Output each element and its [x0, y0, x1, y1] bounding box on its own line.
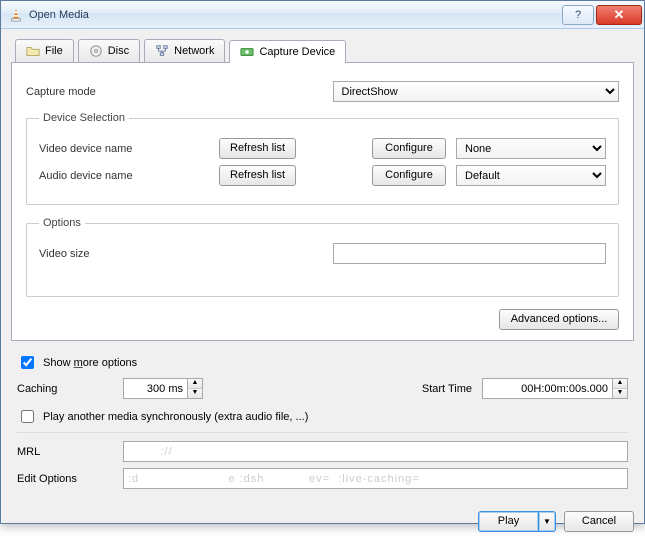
play-sync-label: Play another media synchronously (extra …: [43, 411, 308, 423]
advanced-options-button[interactable]: Advanced options...: [499, 309, 619, 330]
title-bar: Open Media ? ✕: [1, 1, 644, 29]
video-device-label: Video device name: [39, 143, 209, 155]
audio-refresh-button[interactable]: Refresh list: [219, 165, 296, 186]
tab-network-label: Network: [174, 45, 214, 57]
client-area: File Disc Network Capture Device Capture…: [1, 29, 644, 503]
spin-down-icon[interactable]: ▼: [613, 389, 627, 398]
spinner-arrows[interactable]: ▲▼: [187, 378, 203, 399]
tab-disc-label: Disc: [108, 45, 129, 57]
capture-icon: [240, 45, 254, 59]
tab-capture[interactable]: Capture Device: [229, 40, 346, 63]
capture-mode-select[interactable]: DirectShow: [333, 81, 620, 102]
edit-options-input[interactable]: [123, 468, 628, 489]
options-legend: Options: [39, 217, 85, 229]
close-button[interactable]: ✕: [596, 5, 642, 25]
play-sync-checkbox[interactable]: Play another media synchronously (extra …: [17, 407, 628, 426]
device-selection-group: Device Selection Video device name Refre…: [26, 112, 619, 205]
start-time-spinner[interactable]: ▲▼: [482, 378, 628, 399]
audio-device-label: Audio device name: [39, 170, 209, 182]
play-dropdown-icon[interactable]: ▼: [538, 511, 556, 532]
spin-down-icon[interactable]: ▼: [188, 389, 202, 398]
play-split-button[interactable]: Play ▼: [478, 511, 556, 532]
options-group: Options Video size: [26, 217, 619, 297]
separator: [17, 432, 628, 433]
tab-file-label: File: [45, 45, 63, 57]
capture-mode-label: Capture mode: [26, 86, 323, 98]
video-refresh-button[interactable]: Refresh list: [219, 138, 296, 159]
cancel-button[interactable]: Cancel: [564, 511, 634, 532]
caching-label: Caching: [17, 383, 113, 395]
play-sync-checkbox-input[interactable]: [21, 410, 34, 423]
play-button[interactable]: Play: [478, 511, 538, 532]
edit-options-label: Edit Options: [17, 473, 113, 485]
device-selection-legend: Device Selection: [39, 112, 129, 124]
vlc-icon: [9, 8, 23, 22]
video-device-select[interactable]: None: [456, 138, 606, 159]
audio-configure-button[interactable]: Configure: [372, 165, 446, 186]
caching-input[interactable]: [123, 378, 187, 399]
dialog-footer: Play ▼ Cancel: [1, 503, 644, 540]
tab-capture-label: Capture Device: [259, 46, 335, 58]
audio-device-select[interactable]: Default: [456, 165, 606, 186]
show-more-label: Show more options: [43, 357, 137, 369]
folder-icon: [26, 44, 40, 58]
spinner-arrows[interactable]: ▲▼: [612, 378, 628, 399]
network-icon: [155, 44, 169, 58]
caching-spinner[interactable]: ▲▼: [123, 378, 203, 399]
mrl-label: MRL: [17, 446, 113, 458]
show-more-checkbox-input[interactable]: [21, 356, 34, 369]
tab-disc[interactable]: Disc: [78, 39, 140, 62]
spin-up-icon[interactable]: ▲: [188, 379, 202, 389]
spin-up-icon[interactable]: ▲: [613, 379, 627, 389]
window-title: Open Media: [29, 9, 560, 21]
mrl-input[interactable]: [123, 441, 628, 462]
video-configure-button[interactable]: Configure: [372, 138, 446, 159]
tab-panel-capture: Capture mode DirectShow Device Selection…: [11, 62, 634, 341]
tab-bar: File Disc Network Capture Device: [11, 39, 634, 62]
tab-network[interactable]: Network: [144, 39, 225, 62]
video-size-input[interactable]: [333, 243, 607, 264]
open-media-dialog: Open Media ? ✕ File Disc Network Capture…: [0, 0, 645, 524]
video-size-label: Video size: [39, 248, 323, 260]
show-more-checkbox[interactable]: Show more options: [17, 353, 628, 372]
disc-icon: [89, 44, 103, 58]
start-time-input[interactable]: [482, 378, 612, 399]
help-button[interactable]: ?: [562, 5, 594, 25]
more-options-area: Show more options Caching ▲▼ Start Time …: [11, 341, 634, 489]
start-time-label: Start Time: [422, 383, 472, 395]
tab-file[interactable]: File: [15, 39, 74, 62]
